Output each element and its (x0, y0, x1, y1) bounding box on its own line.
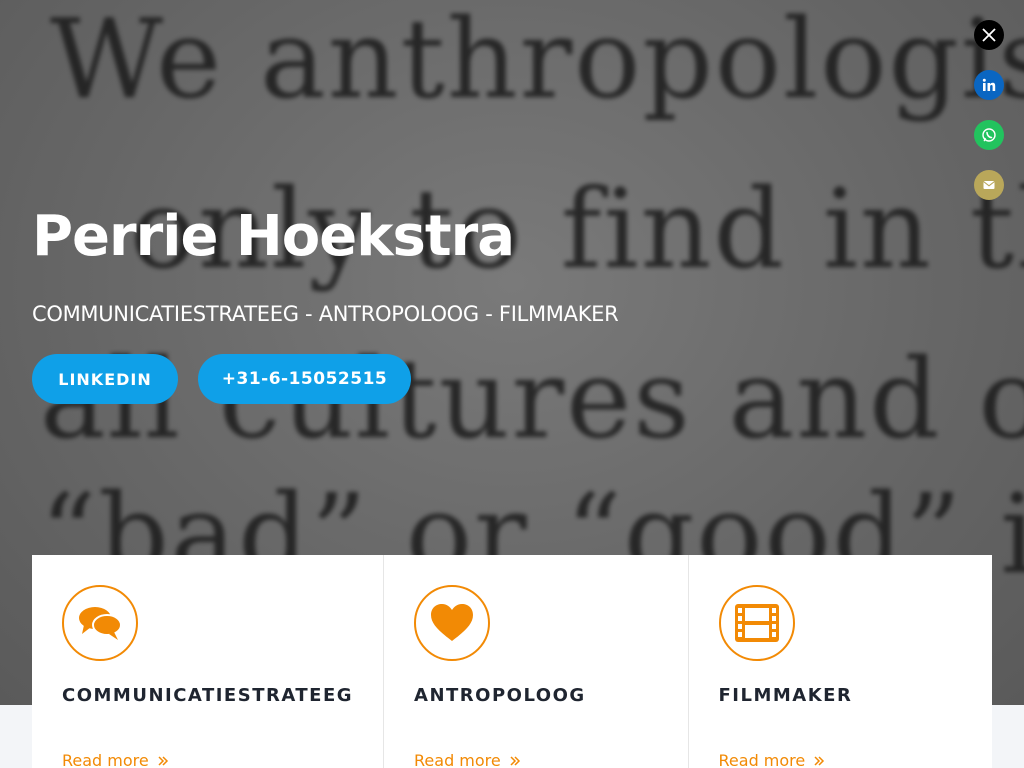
mail-icon (983, 181, 995, 189)
background-text-line: all cultures and o (40, 335, 1024, 463)
read-more-link[interactable]: Read more (719, 751, 826, 768)
service-card-communicatiestrateeg: COMMUNICATIESTRATEEG Read more (32, 555, 385, 768)
read-more-label: Read more (62, 751, 149, 768)
card-title: COMMUNICATIESTRATEEG (62, 685, 354, 706)
background-text-line: We anthropologists (50, 0, 1024, 123)
read-more-label: Read more (718, 751, 806, 768)
double-chevron-right-icon (158, 755, 168, 766)
linkedin-share-button[interactable] (974, 70, 1004, 100)
x-icon (982, 28, 996, 42)
x-share-button[interactable] (974, 20, 1004, 50)
whatsapp-icon (982, 128, 996, 142)
services-cards: COMMUNICATIESTRATEEG Read more ANTROPOLO… (32, 555, 992, 768)
read-more-label: Read more (414, 751, 501, 768)
service-card-antropoloog: ANTROPOLOOG Read more (384, 555, 689, 768)
linkedin-button[interactable]: LINKEDIN (32, 354, 178, 404)
double-chevron-right-icon (814, 755, 825, 766)
chat-bubbles-icon (62, 585, 138, 661)
email-share-button[interactable] (974, 170, 1004, 200)
whatsapp-share-button[interactable] (974, 120, 1004, 150)
read-more-link[interactable]: Read more (414, 751, 521, 768)
linkedin-icon (982, 78, 996, 91)
service-card-filmmaker: FILMMAKER Read more (689, 555, 993, 768)
film-icon (718, 585, 795, 661)
page-subtitle: COMMUNICATIESTRATEEG - ANTROPOLOOG - FIL… (32, 302, 619, 326)
phone-button[interactable]: +31-6-15052515 (198, 354, 411, 404)
read-more-link[interactable]: Read more (62, 751, 169, 768)
double-chevron-right-icon (510, 755, 520, 766)
card-title: FILMMAKER (718, 685, 853, 706)
card-title: ANTROPOLOOG (414, 685, 586, 706)
page-title: Perrie Hoekstra (32, 204, 515, 269)
heart-icon (414, 585, 491, 661)
